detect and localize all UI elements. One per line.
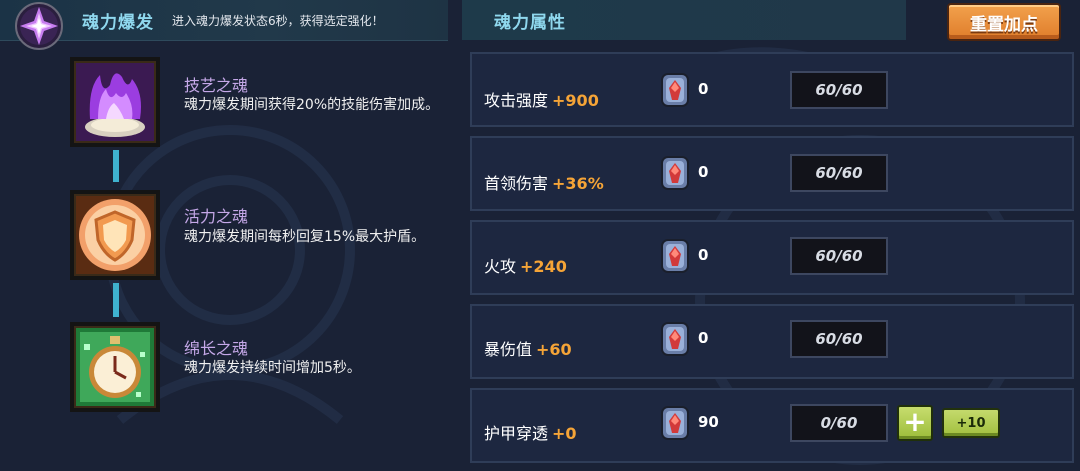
gem-count: 0: [698, 329, 709, 347]
attribute-name: 首领伤害: [484, 174, 549, 193]
attribute-label: 暴伤值 +60: [484, 336, 572, 360]
skill-soul-card[interactable]: [70, 57, 160, 147]
soul-power-screen: 魂力爆发 进入魂力爆发状态6秒，获得选定强化！ 技艺之魂 魂力爆发期间获得20%…: [0, 0, 1080, 471]
attribute-bonus: +900: [552, 91, 599, 110]
attribute-bonus: +0: [552, 424, 577, 443]
soul-name: 活力之魂: [184, 207, 249, 226]
attribute-name: 攻击强度: [484, 91, 549, 110]
endurance-soul-card[interactable]: [70, 322, 160, 412]
attribute-label: 火攻 +240: [484, 253, 567, 277]
soul-burst-description: 进入魂力爆发状态6秒，获得选定强化！: [172, 14, 384, 28]
soul-gem-icon: [661, 156, 689, 190]
points-cap: 0/60: [790, 404, 888, 442]
attribute-name: 暴伤值: [484, 340, 533, 359]
gem-count: 90: [698, 413, 719, 431]
soul-gem-icon: [661, 239, 689, 273]
attribute-bonus: +240: [520, 257, 567, 276]
reset-points-button[interactable]: 重置加点: [947, 3, 1061, 41]
points-cap: 60/60: [790, 71, 888, 109]
add-ten-points-button[interactable]: +10: [942, 408, 1000, 438]
soul-frame: [70, 322, 160, 412]
vitality-soul-card[interactable]: [70, 190, 160, 280]
soul-gem-icon: [661, 406, 689, 440]
soul-gem-icon: [661, 73, 689, 107]
soul-name: 技艺之魂: [184, 76, 249, 95]
soul-connector: [113, 150, 119, 182]
soul-burst-title: 魂力爆发: [82, 13, 154, 33]
gem-count: 0: [698, 163, 709, 181]
soul-connector: [113, 283, 119, 317]
soul-description: 魂力爆发期间获得20%的技能伤害加成。: [184, 97, 440, 113]
soul-description: 魂力爆发期间每秒回复15%最大护盾。: [184, 229, 426, 245]
soul-frame: [70, 57, 160, 147]
attribute-name: 护甲穿透: [484, 424, 549, 443]
points-cap: 60/60: [790, 320, 888, 358]
soul-gem-icon: [661, 322, 689, 356]
attribute-label: 首领伤害 +36%: [484, 170, 604, 194]
attribute-name: 火攻: [484, 257, 517, 276]
gem-count: 0: [698, 246, 709, 264]
soul-attributes-title: 魂力属性: [494, 13, 566, 33]
points-cap: 60/60: [790, 154, 888, 192]
points-cap: 60/60: [790, 237, 888, 275]
soul-description: 魂力爆发持续时间增加5秒。: [184, 360, 361, 376]
attribute-bonus: +36%: [552, 174, 604, 193]
add-point-button[interactable]: +: [897, 405, 933, 441]
soul-name: 绵长之魂: [184, 339, 249, 358]
attribute-label: 攻击强度 +900: [484, 87, 599, 111]
soul-frame: [70, 190, 160, 280]
attribute-bonus: +60: [536, 340, 572, 359]
attribute-label: 护甲穿透 +0: [484, 420, 577, 444]
gem-count: 0: [698, 80, 709, 98]
soul-burst-crystal-icon: [15, 2, 63, 50]
